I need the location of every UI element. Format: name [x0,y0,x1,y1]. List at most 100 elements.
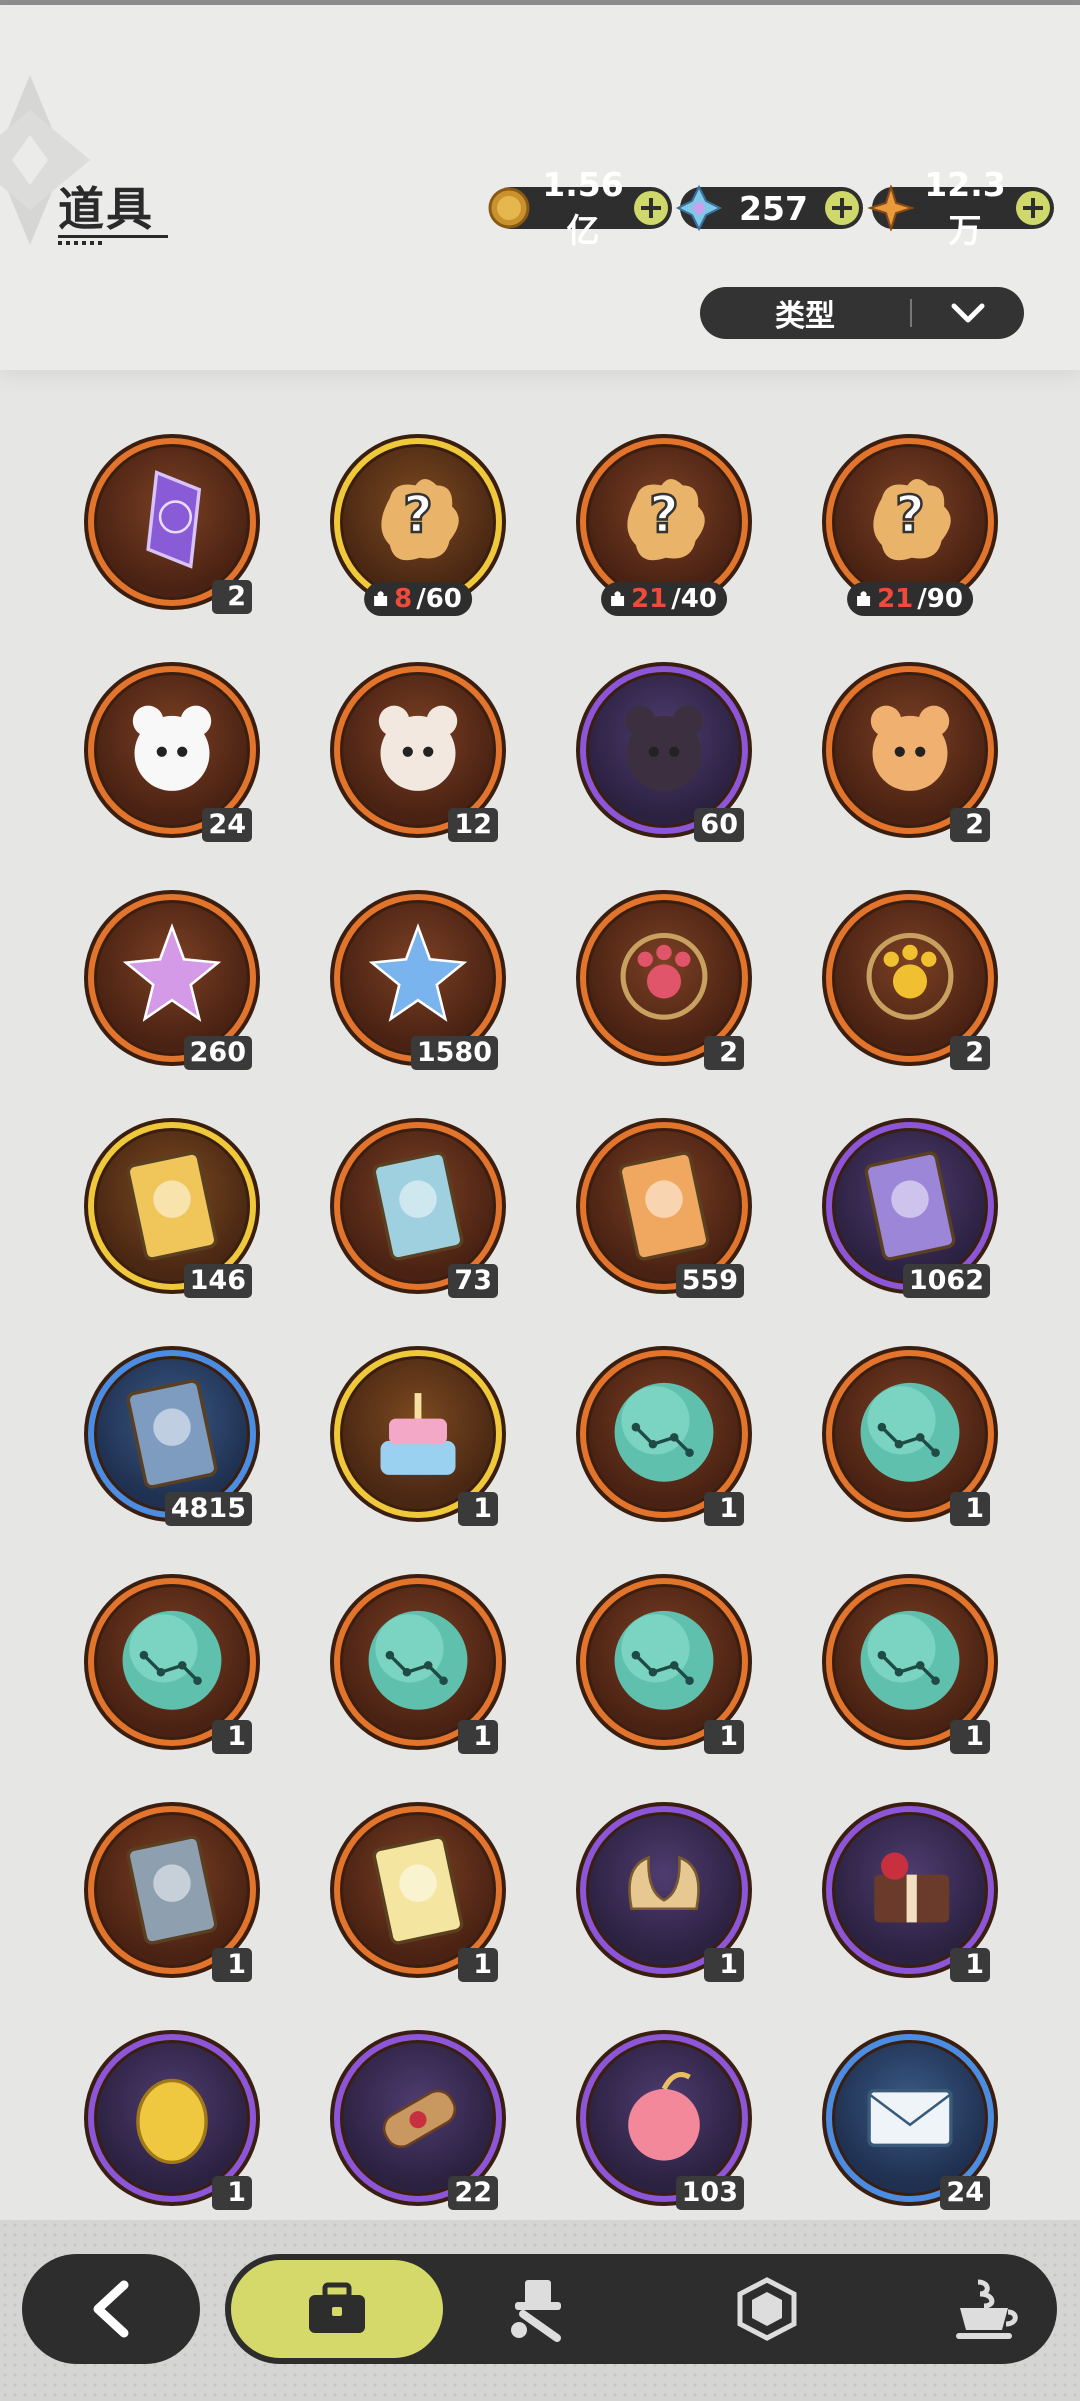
fragment-progress: 21/90 [847,582,973,616]
add-gold-button[interactable] [634,191,668,225]
title-dots [58,241,106,245]
add-crystal-button[interactable] [825,191,859,225]
item-count: 1 [950,1492,990,1526]
orange-character-card-icon [618,1151,710,1261]
item-background [340,900,496,1056]
fragment-current: 8 [394,584,413,614]
fragment-current: 21 [631,584,668,614]
clover-card-icon [372,1835,464,1945]
item-count: 1 [212,1720,252,1754]
constellation-orb-5[interactable]: 1 [576,1574,752,1754]
scroll-item[interactable]: 22 [330,2030,506,2210]
constellation-orb-3[interactable]: 1 [84,1574,260,1754]
gold-character-card-icon [126,1151,218,1261]
item-background [340,672,496,828]
type-filter-dropdown[interactable]: 类型 [700,287,1024,339]
puzzle-piece-icon [611,591,625,606]
blue-character-card[interactable]: 4815 [84,1346,260,1526]
item-count: 2 [950,1036,990,1070]
red-mask-cat-fragment-icon [378,705,458,791]
red-paw-compass[interactable]: 2 [576,890,752,1070]
random-fragment-orange-2[interactable]: ? 21/90 [822,434,998,616]
gift-box-item[interactable]: 1 [822,1802,998,1982]
item-background [586,1356,742,1512]
item-background [94,444,250,600]
pink-star-crystal[interactable]: 260 [84,890,260,1070]
back-arrow-icon [93,2280,129,2338]
purple-character-card[interactable]: 1062 [822,1118,998,1298]
back-button[interactable] [22,2254,200,2364]
reset-card[interactable]: 1 [84,1802,260,1982]
item-background [94,2040,250,2196]
blue-star-crystal[interactable]: 1580 [330,890,506,1070]
page-title: 道具 [58,182,154,236]
crystal-amount: 257 [739,188,808,228]
clover-card[interactable]: 1 [330,1802,506,1982]
red-paw-compass-icon [620,932,708,1020]
constellation-orb-1-icon [614,1382,714,1482]
chevron-down-icon [912,301,1024,325]
gold-paw-compass[interactable]: 2 [822,890,998,1070]
item-count: 1062 [902,1264,990,1298]
fragment-total: /60 [416,584,462,614]
tab-decoration[interactable] [485,2254,595,2364]
item-background [586,1128,742,1284]
item-count: 24 [202,808,252,842]
svg-text:?: ? [649,486,679,545]
blue-character-card-icon [126,1379,218,1489]
item-background [832,672,988,828]
red-mask-cat-fragment[interactable]: 12 [330,662,506,842]
tab-food[interactable] [930,2254,1040,2364]
random-fragment-orange[interactable]: ? 21/40 [576,434,752,616]
tab-gems[interactable] [712,2254,822,2364]
item-background [94,672,250,828]
orange-character-card[interactable]: 559 [576,1118,752,1298]
filter-label: 类型 [775,299,835,334]
item-background [340,2040,496,2196]
random-fragment-orange-2-icon: ? [873,478,951,561]
constellation-orb-2[interactable]: 1 [822,1346,998,1526]
birthday-cake[interactable]: 1 [330,1346,506,1526]
item-background [94,900,250,1056]
gold-egg-item[interactable]: 1 [84,2030,260,2210]
gold-horns-item-icon [628,1855,700,1911]
item-count: 1 [950,1948,990,1982]
gold-coin-icon [488,187,530,229]
pink-apple-item[interactable]: 103 [576,2030,752,2210]
add-star-gem-button[interactable] [1016,191,1050,225]
gold-character-card[interactable]: 146 [84,1118,260,1298]
rainbow-character-card[interactable]: 73 [330,1118,506,1298]
item-count: 260 [183,1036,252,1070]
item-count: 12 [448,808,498,842]
item-background [832,1356,988,1512]
white-cat-fragment[interactable]: 24 [84,662,260,842]
fragment-total: /40 [671,584,717,614]
item-background: ? [832,444,988,600]
fragment-progress: 8/60 [364,582,472,616]
currency-star-gem: 12.3万 [868,165,1054,250]
constellation-orb-4[interactable]: 1 [330,1574,506,1754]
gold-egg-item-icon [136,2078,208,2165]
svg-text:?: ? [895,486,925,545]
constellation-orb-1[interactable]: 1 [576,1346,752,1526]
tab-bag[interactable] [231,2260,443,2358]
item-background [586,1584,742,1740]
bag-icon [309,2282,365,2333]
random-fragment-gold[interactable]: ? 8/60 [330,434,506,616]
tiger-cat-fragment[interactable]: 2 [822,662,998,842]
white-cat-fragment-icon [132,705,212,791]
constellation-orb-6[interactable]: 1 [822,1574,998,1754]
fragment-current: 21 [877,584,914,614]
item-count: 24 [940,2176,990,2210]
black-cat-fragment[interactable]: 60 [576,662,752,842]
item-background [340,1128,496,1284]
currency-gold: 1.56亿 [488,165,672,250]
constellation-orb-2-icon [860,1382,960,1482]
letter-item[interactable]: 24 [822,2030,998,2210]
item-count: 146 [183,1264,252,1298]
purple-crystal-item[interactable]: 2 [84,434,260,614]
fragment-total: /90 [917,584,963,614]
scroll-item-icon [382,2089,457,2149]
gold-horns-item[interactable]: 1 [576,1802,752,1982]
star-gem-icon [868,185,914,231]
